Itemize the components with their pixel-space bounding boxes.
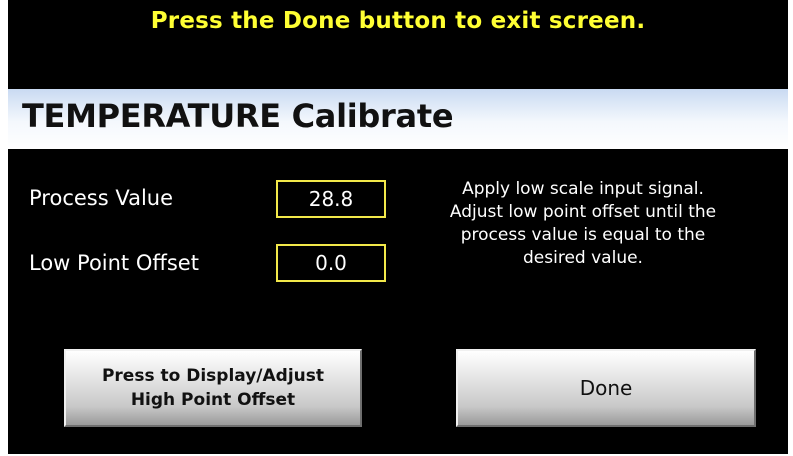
process-value-label: Process Value (29, 186, 174, 210)
instruction-banner: Press the Done button to exit screen. (150, 8, 646, 34)
display-high-point-offset-button[interactable]: Press to Display/Adjust High Point Offse… (64, 349, 362, 427)
page-title: TEMPERATURE Calibrate (22, 97, 454, 135)
low-point-offset-field[interactable]: 0.0 (276, 244, 386, 282)
low-point-offset-label: Low Point Offset (29, 251, 199, 275)
process-value-display[interactable]: 28.8 (276, 180, 386, 218)
calibration-instructions: Apply low scale input signal. Adjust low… (449, 179, 717, 268)
title-bar: TEMPERATURE Calibrate (8, 89, 788, 149)
calibration-screen: Press the Done button to exit screen. TE… (8, 0, 788, 454)
done-button[interactable]: Done (456, 349, 756, 427)
